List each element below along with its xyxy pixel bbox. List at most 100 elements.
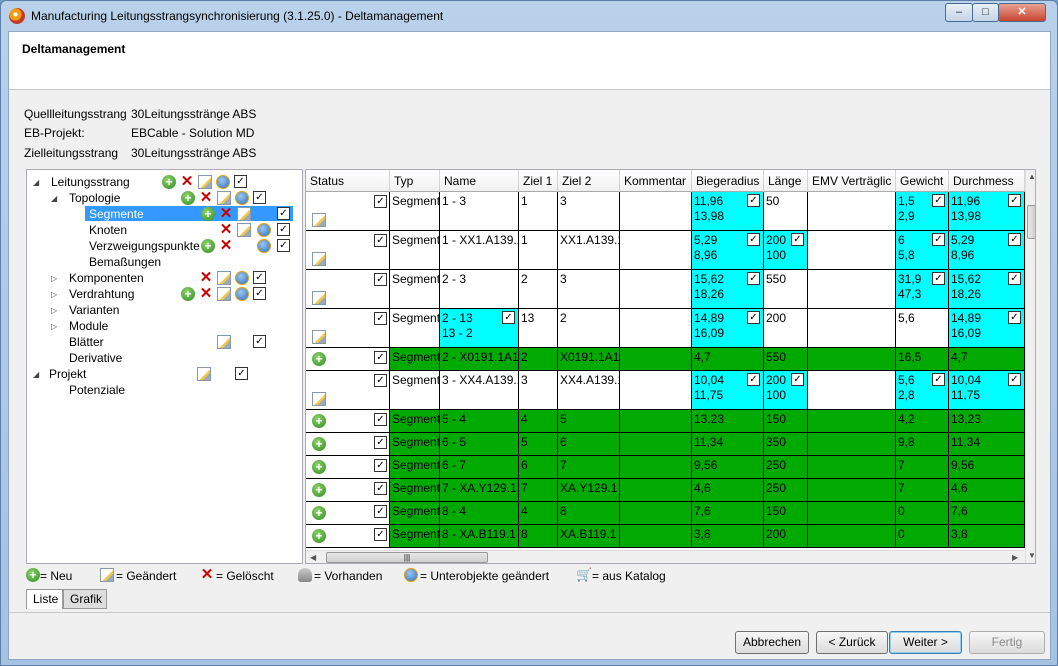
horizontal-scrollbar[interactable]: ◀ ||| ▶ <box>306 550 1025 563</box>
scroll-down-icon[interactable]: ▼ <box>1028 551 1035 560</box>
column-header[interactable]: EMV Verträglic <box>808 170 896 192</box>
tree-node-label[interactable]: Projekt <box>49 367 86 382</box>
grid-cell-kommentar[interactable] <box>620 502 692 525</box>
tree-expander-icon[interactable]: ◢ <box>33 370 43 379</box>
checkbox[interactable]: ✓ <box>235 367 248 380</box>
grid-cell-name[interactable]: 6 - 7 <box>440 456 519 479</box>
grid-cell-ziel1[interactable]: 2 <box>519 348 558 371</box>
grid-cell-gewicht[interactable]: 5,6 2,8 ✓ <box>896 371 949 410</box>
grid-cell-emv[interactable] <box>808 371 896 410</box>
grid-cell-laenge[interactable]: 550 <box>764 348 808 371</box>
row-accept-checkbox[interactable]: ✓ <box>374 312 387 325</box>
cell-accept-checkbox[interactable]: ✓ <box>747 272 760 285</box>
column-header[interactable]: Ziel 1 <box>519 170 558 192</box>
delta-grid[interactable]: Status Typ Name Ziel 1 Ziel 2 Kommentar Bieger… <box>305 169 1036 564</box>
grid-cell-ziel1[interactable]: 7 <box>519 479 558 502</box>
grid-cell-gewicht[interactable]: 0 <box>896 502 949 525</box>
column-header[interactable]: Status <box>306 170 390 192</box>
grid-cell-ziel1[interactable]: 8 <box>519 525 558 548</box>
cell-accept-checkbox[interactable]: ✓ <box>1008 194 1021 207</box>
checkbox[interactable]: ✓ <box>253 191 266 204</box>
grid-cell-durch[interactable]: 4,7 <box>949 348 1025 371</box>
grid-cell-gewicht[interactable]: 31,9 47,3 ✓ <box>896 270 949 309</box>
grid-cell-emv[interactable] <box>808 231 896 270</box>
checkbox[interactable]: ✓ <box>253 271 266 284</box>
grid-cell-ziel1[interactable]: 13 <box>519 309 558 348</box>
grid-cell-name[interactable]: 8 - 4 <box>440 502 519 525</box>
grid-cell-kommentar[interactable] <box>620 479 692 502</box>
grid-cell-laenge[interactable]: 150 <box>764 502 808 525</box>
row-accept-checkbox[interactable]: ✓ <box>374 374 387 387</box>
column-header[interactable]: Länge <box>764 170 808 192</box>
vertical-scroll-thumb[interactable] <box>1027 205 1035 239</box>
grid-cell-biege[interactable]: 13,23 <box>692 410 764 433</box>
cell-accept-checkbox[interactable]: ✓ <box>932 272 945 285</box>
grid-cell-typ[interactable]: Segment <box>390 456 440 479</box>
close-button[interactable]: ✕ <box>998 3 1046 22</box>
cell-accept-checkbox[interactable]: ✓ <box>747 311 760 324</box>
grid-cell-typ[interactable]: Segment <box>390 479 440 502</box>
tree-expander-icon[interactable]: ◢ <box>33 178 43 187</box>
scroll-left-icon[interactable]: ◀ <box>310 553 316 562</box>
next-button[interactable]: Weiter > <box>889 631 962 654</box>
grid-cell-biege[interactable]: 4,7 <box>692 348 764 371</box>
grid-cell-emv[interactable] <box>808 456 896 479</box>
cancel-button[interactable]: Abbrechen <box>735 631 809 654</box>
tree-node-label[interactable]: Derivative <box>69 351 122 366</box>
grid-cell-laenge[interactable]: 250 <box>764 456 808 479</box>
object-tree[interactable]: ◢ Leitungsstrang + ✕ ✓ ◢ Topologie + ✕ ✓ Segmente +… <box>26 169 303 564</box>
grid-cell-gewicht[interactable]: 7 <box>896 456 949 479</box>
row-accept-checkbox[interactable]: ✓ <box>374 273 387 286</box>
grid-cell-typ[interactable]: Segment <box>390 348 440 371</box>
grid-cell-biege[interactable]: 14,89 16,09 ✓ <box>692 309 764 348</box>
maximize-button[interactable]: □ <box>972 3 999 22</box>
grid-cell-ziel2[interactable]: 3 <box>558 192 620 231</box>
grid-cell-laenge[interactable]: 200 100 ✓ <box>764 371 808 410</box>
grid-cell-biege[interactable]: 11,96 13,98 ✓ <box>692 192 764 231</box>
grid-cell-name[interactable]: 6 - 5 <box>440 433 519 456</box>
grid-cell-durch[interactable]: 10,04 11,75 ✓ <box>949 371 1025 410</box>
tab-grafik[interactable]: Grafik <box>63 589 107 609</box>
grid-cell-laenge[interactable]: 350 <box>764 433 808 456</box>
grid-cell-typ[interactable]: Segment <box>390 309 440 348</box>
cell-accept-checkbox[interactable]: ✓ <box>791 233 804 246</box>
grid-cell-emv[interactable] <box>808 410 896 433</box>
grid-cell-ziel1[interactable]: 1 <box>519 231 558 270</box>
row-accept-checkbox[interactable]: ✓ <box>374 482 387 495</box>
row-accept-checkbox[interactable]: ✓ <box>374 436 387 449</box>
column-header[interactable]: Gewicht <box>896 170 949 192</box>
grid-cell-name[interactable]: 1 - 3 <box>440 192 519 231</box>
grid-cell-gewicht[interactable]: 5,6 <box>896 309 949 348</box>
grid-cell-emv[interactable] <box>808 309 896 348</box>
back-button[interactable]: < Zurück <box>816 631 888 654</box>
grid-cell-laenge[interactable]: 200 <box>764 525 808 548</box>
horizontal-scroll-thumb[interactable]: ||| <box>326 552 488 563</box>
checkbox[interactable]: ✓ <box>277 207 290 220</box>
grid-cell-gewicht[interactable]: 16,5 <box>896 348 949 371</box>
tree-expander-icon[interactable]: ▷ <box>51 322 61 331</box>
row-accept-checkbox[interactable]: ✓ <box>374 459 387 472</box>
grid-cell-ziel2[interactable]: 8 <box>558 502 620 525</box>
grid-cell-durch[interactable]: 15,62 18,26 ✓ <box>949 270 1025 309</box>
grid-cell-ziel1[interactable]: 4 <box>519 410 558 433</box>
grid-cell-laenge[interactable]: 200 100 ✓ <box>764 231 808 270</box>
cell-accept-checkbox[interactable]: ✓ <box>932 233 945 246</box>
grid-cell-ziel1[interactable]: 3 <box>519 371 558 410</box>
grid-cell-laenge[interactable]: 200 <box>764 309 808 348</box>
minimize-button[interactable]: – <box>945 3 973 22</box>
row-accept-checkbox[interactable]: ✓ <box>374 234 387 247</box>
grid-cell-name[interactable]: 2 - X0191.1A1 <box>440 348 519 371</box>
tree-expander-icon[interactable]: ▷ <box>51 306 61 315</box>
cell-accept-checkbox[interactable]: ✓ <box>1008 311 1021 324</box>
grid-cell-biege[interactable]: 3,8 <box>692 525 764 548</box>
cell-accept-checkbox[interactable]: ✓ <box>791 373 804 386</box>
grid-cell-biege[interactable]: 4,6 <box>692 479 764 502</box>
grid-cell-ziel1[interactable]: 1 <box>519 192 558 231</box>
grid-cell-biege[interactable]: 5,29 8,96 ✓ <box>692 231 764 270</box>
checkbox[interactable]: ✓ <box>277 239 290 252</box>
grid-cell-kommentar[interactable] <box>620 309 692 348</box>
grid-cell-durch[interactable]: 13,23 <box>949 410 1025 433</box>
grid-cell-emv[interactable] <box>808 192 896 231</box>
grid-cell-kommentar[interactable] <box>620 371 692 410</box>
tree-node-label[interactable]: Bemaßungen <box>89 255 161 270</box>
